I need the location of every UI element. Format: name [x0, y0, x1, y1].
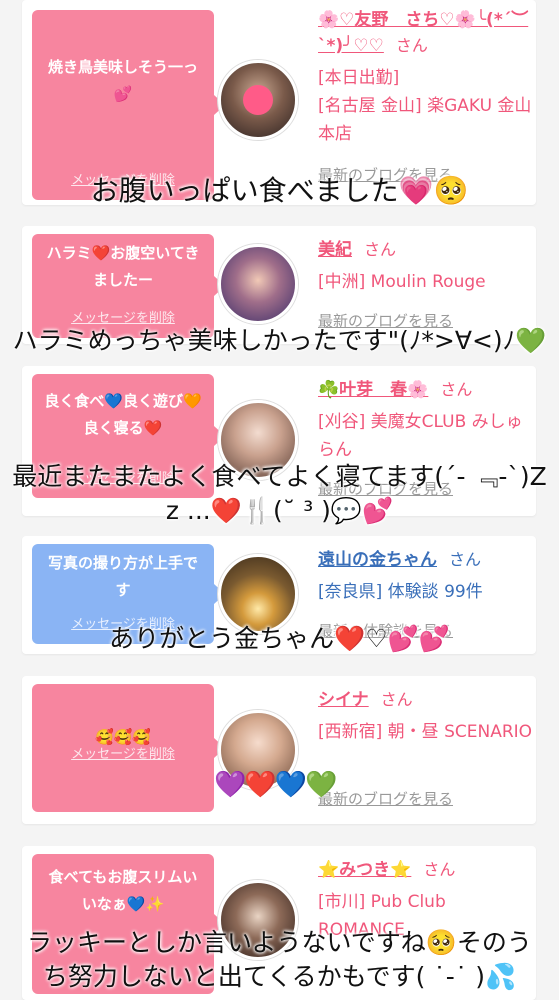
profile-info: シイナ さん [西新宿] 朝・昼 SCENARIO — [318, 686, 533, 746]
honorific: さん — [364, 240, 397, 259]
message-bubble: ハラミ❤️お腹空いてきましたー メッセージを削除 — [32, 234, 225, 338]
avatar-sticker — [243, 85, 273, 115]
profile-info: 美紀 さん [中洲] Moulin Rouge — [318, 236, 533, 296]
cast-name[interactable]: 美紀 — [318, 240, 352, 260]
message-text: ハラミ❤️お腹空いてきましたー — [46, 244, 200, 289]
message-text: 写真の撮り方が上手です — [47, 554, 198, 599]
honorific: さん — [395, 36, 428, 55]
message-bubble: 🥰🥰🥰 メッセージを削除 — [32, 684, 225, 812]
honorific: さん — [380, 690, 413, 709]
shop-info: [刈谷] 美魔女CLUB みしゅらん — [318, 412, 523, 460]
message-text: 食べてもお腹スリムいいなぁ💙✨ — [48, 868, 198, 913]
avatar[interactable] — [218, 244, 298, 324]
shop-info: [中洲] Moulin Rouge — [318, 272, 486, 292]
message-text: 良く食べ💙良く遊び🧡良く寝る❤️ — [44, 392, 202, 437]
profile-info: 🌸♡友野 さち♡🌸╰(*´︶`*)╯♡♡ さん [本日出勤] [名古屋 金山] 楽… — [318, 8, 533, 148]
caption-overlay: 最近またまたよく食べてよく寝てます(´- ﹃-`)Z z ...❤️🍴(˘ ³ … — [12, 462, 547, 525]
caption-overlay: お腹いっぱい食べました💗🥺 — [90, 174, 469, 207]
message-text: 焼き鳥美味しそう一っ💕 — [47, 58, 198, 103]
honorific: さん — [440, 380, 473, 399]
avatar[interactable] — [218, 60, 298, 140]
honorific: さん — [423, 860, 456, 879]
caption-overlay: ラッキーとしか言いようないですね🥺そのう ち努力しないと出てくるかもです( ˙-… — [27, 928, 532, 991]
honorific: さん — [449, 550, 482, 569]
shop-info: [本日出勤] [名古屋 金山] 楽GAKU 金山本店 — [318, 68, 532, 144]
latest-blog-link[interactable]: 最新のブログを見る — [318, 788, 453, 809]
shop-info: [奈良県] 体験談 99件 — [318, 582, 483, 602]
message-card: 🥰🥰🥰 メッセージを削除 シイナ さん [西新宿] 朝・昼 SCENARIO 最新… — [22, 676, 536, 824]
cast-name[interactable]: シイナ — [318, 690, 369, 710]
profile-info: 遠山の金ちゃん さん [奈良県] 体験談 99件 — [318, 546, 533, 606]
delete-message-link[interactable]: メッセージを削除 — [32, 741, 214, 768]
cast-name[interactable]: 遠山の金ちゃん — [318, 550, 437, 570]
caption-overlay: ありがとう金ちゃん❤️♡💕💕 — [109, 624, 450, 653]
cast-name[interactable]: ⭐みつき⭐ — [318, 860, 411, 880]
profile-info: ☘️叶芽 春🌸 さん [刈谷] 美魔女CLUB みしゅらん — [318, 376, 533, 464]
emoji-stickers: 💜❤️💙💚 — [214, 770, 337, 800]
caption-overlay: ハラミめっちゃ美味しかったです"(ﾉ*>∀<)ﾉ💚 — [12, 326, 547, 355]
shop-info: [西新宿] 朝・昼 SCENARIO — [318, 722, 533, 742]
message-bubble: 焼き鳥美味しそう一っ💕 メッセージを削除 — [32, 10, 225, 200]
cast-name[interactable]: ☘️叶芽 春🌸 — [318, 380, 428, 400]
